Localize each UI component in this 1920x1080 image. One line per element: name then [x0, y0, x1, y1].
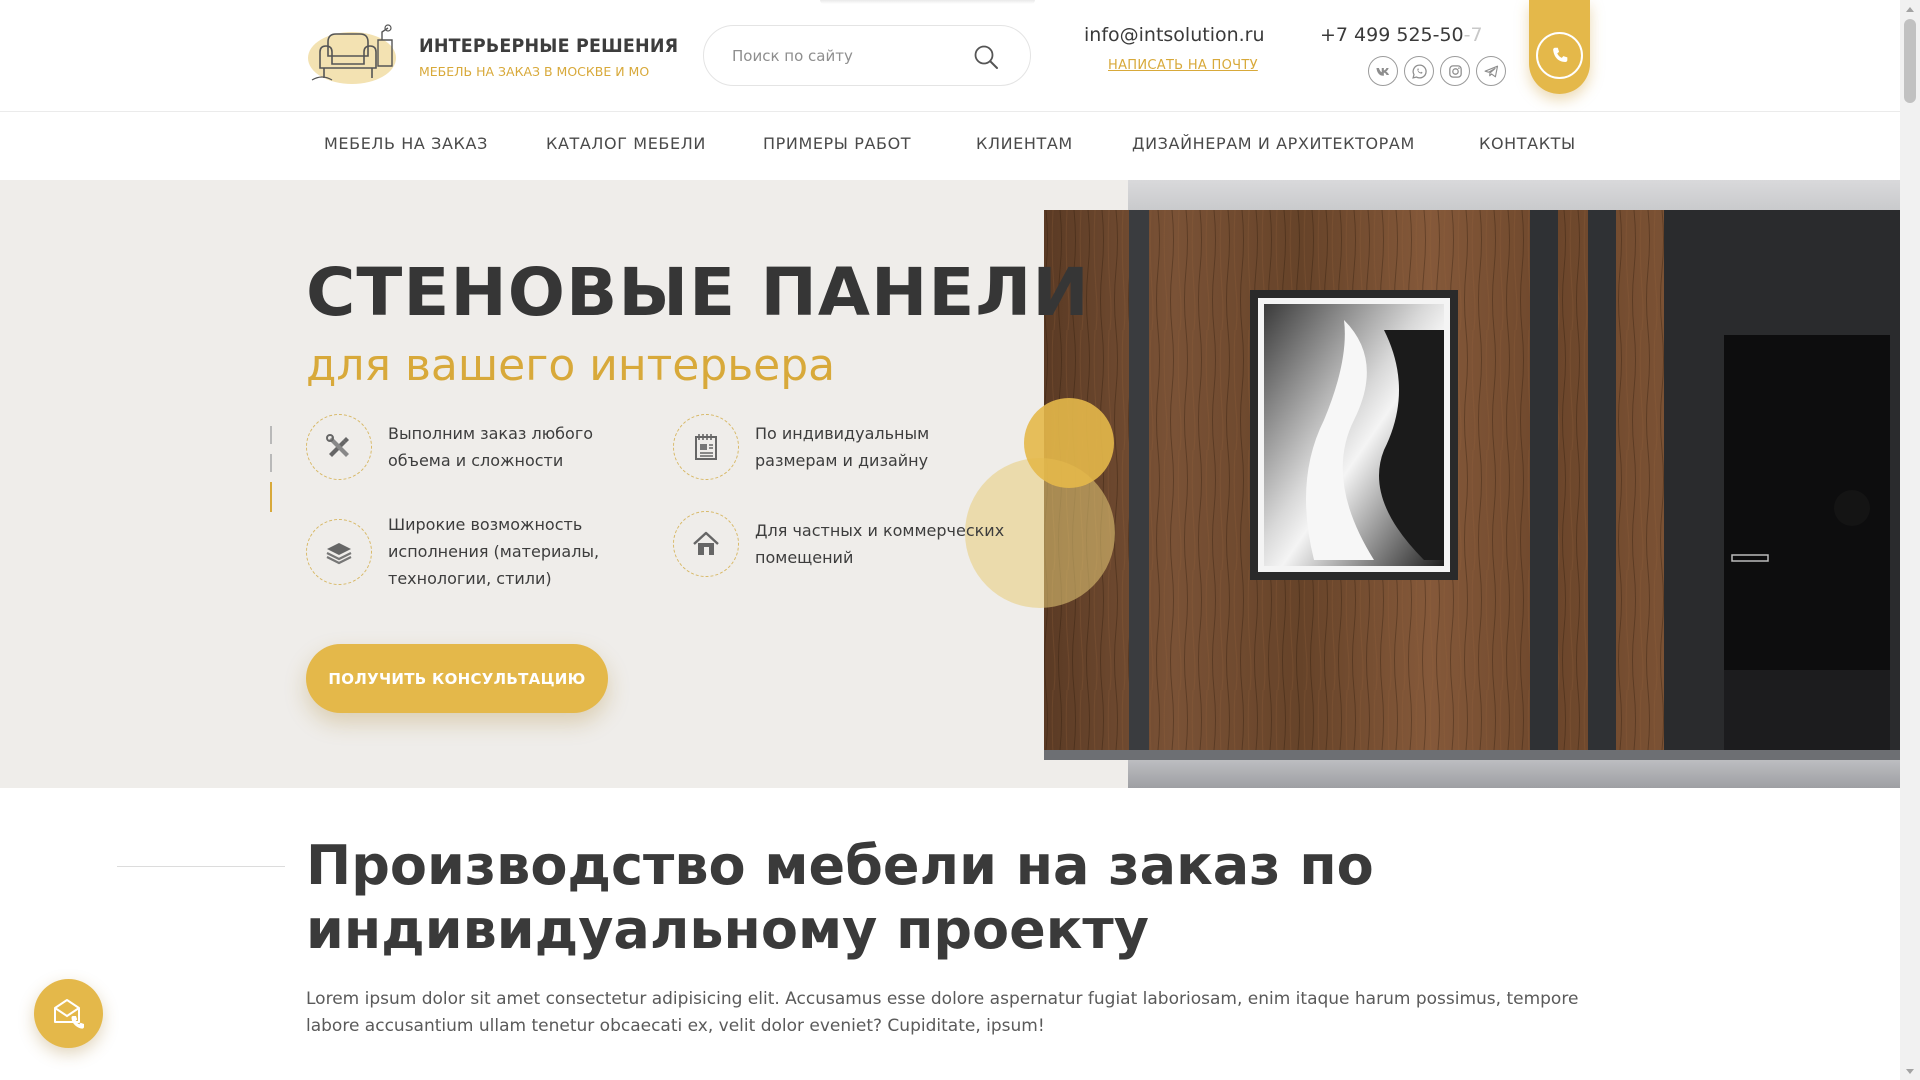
nav-item-clients[interactable]: КЛИЕНТАМ — [976, 134, 1073, 153]
hero-feature: Широкие возможность исполнения (материал… — [306, 511, 599, 592]
section-divider — [117, 866, 285, 867]
blueprint-icon — [695, 434, 717, 460]
slider-dot-3-active[interactable] — [270, 482, 272, 512]
scrollbar-thumb[interactable] — [1904, 19, 1916, 103]
callback-button[interactable] — [1529, 0, 1590, 94]
nav-item-designers[interactable]: ДИЗАЙНЕРАМ И АРХИТЕКТОРАМ — [1132, 134, 1415, 153]
phone-number-faded: -7 — [1463, 24, 1483, 46]
layers-icon — [326, 542, 352, 564]
hero-feature: По индивидуальным размерам и дизайну — [673, 414, 929, 480]
feature-icon-badge — [306, 414, 372, 480]
write-email-link[interactable]: НАПИСАТЬ НА ПОЧТУ — [1108, 58, 1258, 73]
feature-line: объема и сложности — [388, 451, 564, 470]
nav-item-portfolio[interactable]: ПРИМЕРЫ РАБОТ — [763, 134, 911, 153]
logo-title: ИНТЕРЬЕРНЫЕ РЕШЕНИЯ — [419, 35, 679, 57]
feature-line: Для частных и коммерческих — [755, 521, 1005, 540]
header-top-shadow — [820, 0, 1035, 4]
decor-circle-small — [1024, 398, 1114, 488]
slider-pagination — [270, 426, 273, 522]
feature-line: Широкие возможность — [388, 515, 583, 534]
hero-feature: Для частных и коммерческих помещений — [673, 511, 1004, 577]
feature-line: размерам и дизайну — [755, 451, 929, 470]
hero-feature: Выполним заказ любого объема и сложности — [306, 414, 593, 480]
hero-subtitle: для вашего интерьера — [306, 340, 836, 391]
logo-subtitle: МЕБЕЛЬ НА ЗАКАЗ В МОСКВЕ И МО — [419, 64, 650, 79]
search-icon[interactable] — [972, 43, 1000, 71]
vk-icon[interactable] — [1368, 56, 1398, 86]
social-links — [1368, 56, 1506, 86]
phone-number: +7 499 525-50 — [1320, 24, 1464, 46]
site-header: ИНТЕРЬЕРНЫЕ РЕШЕНИЯ МЕБЕЛЬ НА ЗАКАЗ В МО… — [0, 0, 1900, 112]
scroll-down-arrow-icon[interactable] — [1900, 1063, 1920, 1080]
section-title: Производство мебели на заказ по индивиду… — [306, 834, 1374, 961]
nav-item-furniture-custom[interactable]: МЕБЕЛЬ НА ЗАКАЗ — [324, 134, 488, 153]
nav-item-contacts[interactable]: КОНТАКТЫ — [1479, 134, 1576, 153]
tools-icon — [326, 434, 349, 457]
hero-slider: СТЕНОВЫЕ ПАНЕЛИ для вашего интерьера Вып… — [0, 180, 1900, 788]
feature-line: По индивидуальным — [755, 424, 930, 443]
site-logo[interactable]: ИНТЕРЬЕРНЫЕ РЕШЕНИЯ МЕБЕЛЬ НА ЗАКАЗ В МО… — [306, 22, 678, 90]
get-consultation-button[interactable]: ПОЛУЧИТЬ КОНСУЛЬТАЦИЮ — [306, 644, 608, 713]
page-scrollbar[interactable] — [1900, 0, 1920, 1080]
armchair-logo-icon — [308, 24, 396, 84]
hero-title: СТЕНОВЫЕ ПАНЕЛИ — [306, 254, 1090, 331]
whatsapp-icon[interactable] — [1404, 56, 1434, 86]
house-icon — [693, 531, 719, 555]
slider-dot-2[interactable] — [270, 454, 272, 472]
instagram-icon[interactable] — [1440, 56, 1470, 86]
feature-icon-badge — [673, 414, 739, 480]
wall-panels-photo — [1044, 210, 1900, 760]
search-input[interactable] — [732, 40, 962, 72]
callback-ring — [1536, 32, 1583, 79]
telegram-icon[interactable] — [1476, 56, 1506, 86]
feature-text: Выполним заказ любого объема и сложности — [388, 420, 593, 474]
nav-item-catalog[interactable]: КАТАЛОГ МЕБЕЛИ — [546, 134, 706, 153]
feature-line: исполнения (материалы, — [388, 542, 600, 561]
header-email[interactable]: info@intsolution.ru — [1084, 24, 1265, 46]
header-phone[interactable]: +7 499 525-50-7 — [1320, 24, 1483, 46]
feature-text: Широкие возможность исполнения (материал… — [388, 511, 599, 592]
feature-text: Для частных и коммерческих помещений — [755, 517, 1004, 571]
contact-float-button[interactable] — [34, 979, 103, 1048]
feature-line: технологии, стили) — [388, 569, 552, 588]
feature-text: По индивидуальным размерам и дизайну — [755, 420, 929, 474]
feature-icon-badge — [306, 518, 372, 585]
slider-dot-1[interactable] — [270, 426, 272, 444]
mail-phone-icon — [53, 998, 84, 1029]
main-nav: МЕБЕЛЬ НА ЗАКАЗ КАТАЛОГ МЕБЕЛИ ПРИМЕРЫ Р… — [0, 112, 1900, 180]
feature-line: помещений — [755, 548, 854, 567]
phone-icon — [1552, 47, 1567, 62]
feature-line: Выполним заказ любого — [388, 424, 594, 443]
scroll-up-arrow-icon[interactable] — [1900, 0, 1920, 17]
search-box — [703, 25, 1031, 86]
section-text: Lorem ipsum dolor sit amet consectetur a… — [306, 989, 1579, 1036]
feature-icon-badge — [673, 511, 739, 577]
